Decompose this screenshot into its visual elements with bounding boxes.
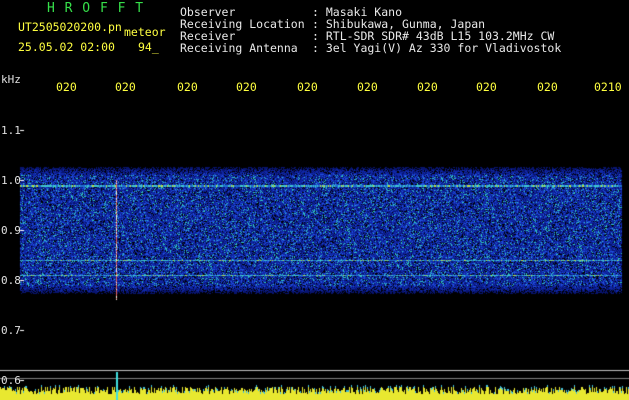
y-tick-1.0: 1.0 bbox=[1, 174, 21, 187]
filename-label: UT2505020200.pn bbox=[18, 20, 122, 34]
x-tick-4: 020 bbox=[236, 80, 257, 94]
x-tick-6: 020 bbox=[357, 80, 378, 94]
x-tick-5: 020 bbox=[297, 80, 318, 94]
x-tick-1: 020 bbox=[56, 80, 77, 94]
y-tick-0.9: 0.9 bbox=[1, 224, 21, 237]
type-label: meteor bbox=[124, 25, 166, 39]
datetime-label: 25.05.02 02:00 bbox=[18, 40, 115, 54]
y-tick-0.7: 0.7 bbox=[1, 324, 21, 337]
x-tick-10: 0210 bbox=[594, 80, 622, 94]
x-tick-8: 020 bbox=[476, 80, 497, 94]
x-tick-9: 020 bbox=[537, 80, 558, 94]
x-tick-3: 020 bbox=[177, 80, 198, 94]
hrofft-logo: H R O F F T bbox=[47, 1, 145, 16]
y-tick-1.1: 1.1 bbox=[1, 124, 21, 137]
y-tick-0.6: 0.6 bbox=[1, 374, 21, 387]
y-tick-0.8: 0.8 bbox=[1, 274, 21, 287]
spectrogram-canvas bbox=[0, 0, 629, 400]
x-tick-2: 020 bbox=[115, 80, 136, 94]
antenna-label: Receiving Antenna bbox=[180, 41, 298, 55]
y-axis-unit: kHz bbox=[1, 73, 21, 86]
x-tick-7: 020 bbox=[417, 80, 438, 94]
count-label: 94_ bbox=[138, 40, 159, 54]
antenna-value: : 3el Yagi(V) Az 330 for Vladivostok bbox=[312, 41, 562, 55]
